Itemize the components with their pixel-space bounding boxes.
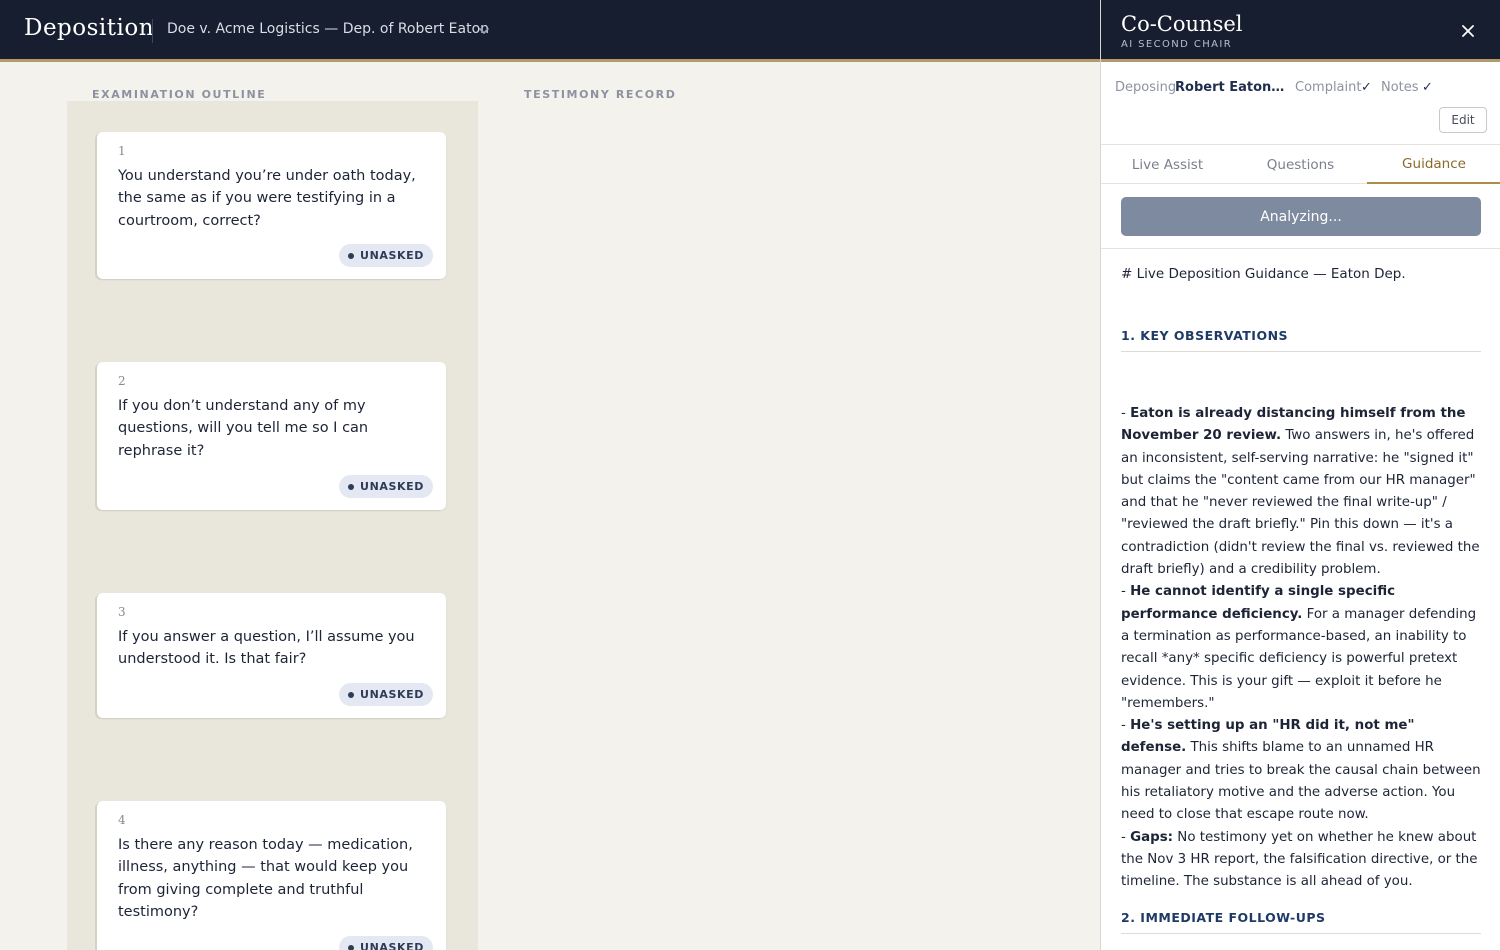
question-card[interactable]: 1 You understand you’re under oath today… — [97, 132, 446, 279]
co-counsel-panel: Co-Counsel AI SECOND CHAIR Deposing Robe… — [1100, 0, 1500, 950]
panel-subtitle: AI SECOND CHAIR — [1121, 39, 1233, 50]
context-row: Deposing Robert Eaton, Director of Opera… — [1115, 80, 1495, 98]
question-number: 3 — [118, 605, 126, 619]
panel-tabs: Live Assist Questions Guidance — [1101, 144, 1500, 184]
status-label: UNASKED — [360, 249, 424, 262]
edit-context-button[interactable]: Edit — [1439, 107, 1487, 133]
divider — [1101, 248, 1500, 249]
panel-title: Co-Counsel — [1121, 12, 1243, 36]
observation-text: No testimony yet on whether he knew abou… — [1121, 829, 1478, 890]
top-bar: Deposition Doe v. Acme Logistics — Dep. … — [0, 0, 1100, 62]
status-badge: UNASKED — [339, 683, 433, 706]
question-card[interactable]: 4 Is there any reason today — medication… — [97, 801, 446, 950]
notes-label: Notes — [1381, 80, 1419, 95]
tab-live-assist[interactable]: Live Assist — [1101, 145, 1234, 184]
observation-item: - Eaton is already distancing himself fr… — [1121, 406, 1480, 578]
status-dot-icon — [348, 252, 355, 259]
outline-heading: EXAMINATION OUTLINE — [92, 88, 267, 101]
complaint-label: Complaint — [1295, 80, 1362, 95]
guidance-heading: # Live Deposition Guidance — Eaton Dep. — [1121, 266, 1406, 282]
section-rule — [1121, 351, 1481, 352]
question-text: If you don’t understand any of my questi… — [118, 398, 369, 459]
tab-guidance[interactable]: Guidance — [1367, 145, 1500, 184]
panel-header: Co-Counsel AI SECOND CHAIR — [1101, 0, 1500, 62]
section-heading-observations: 1. KEY OBSERVATIONS — [1121, 328, 1289, 343]
header-divider — [152, 19, 153, 43]
status-dot-icon — [348, 944, 355, 950]
chevron-down-icon[interactable] — [476, 23, 492, 39]
section-rule — [1121, 933, 1481, 934]
app-brand: Deposition — [24, 15, 155, 41]
question-card[interactable]: 2 If you don’t understand any of my ques… — [97, 362, 446, 510]
testimony-heading: TESTIMONY RECORD — [524, 88, 677, 101]
status-label: UNASKED — [360, 480, 424, 493]
question-text: If you answer a question, I’ll assume yo… — [118, 629, 415, 668]
observation-item: - He cannot identify a single specific p… — [1121, 584, 1477, 711]
question-text: You understand you’re under oath today, … — [118, 168, 416, 229]
observation-item: - He's setting up an "HR did it, not me"… — [1121, 718, 1481, 823]
status-dot-icon — [348, 691, 355, 698]
status-label: UNASKED — [360, 941, 424, 950]
observation-item: - Gaps: No testimony yet on whether he k… — [1121, 829, 1478, 890]
status-badge: UNASKED — [339, 244, 433, 267]
observation-lead: Gaps: — [1130, 829, 1174, 845]
status-label: UNASKED — [360, 688, 424, 701]
status-badge: UNASKED — [339, 936, 433, 950]
guidance-body: - Eaton is already distancing himself fr… — [1121, 403, 1481, 894]
question-number: 1 — [118, 144, 126, 158]
tab-questions[interactable]: Questions — [1234, 145, 1367, 184]
question-number: 4 — [118, 813, 126, 827]
status-badge: UNASKED — [339, 475, 433, 498]
section-heading-follow-ups: 2. IMMEDIATE FOLLOW-UPS — [1121, 910, 1326, 925]
notes-check-icon: ✓ — [1422, 80, 1433, 95]
observation-text: Two answers in, he's offered an inconsis… — [1121, 428, 1480, 578]
observation-text: For a manager defending a termination as… — [1121, 606, 1477, 711]
case-selector[interactable]: Doe v. Acme Logistics — Dep. of Robert E… — [167, 21, 489, 37]
close-icon[interactable] — [1459, 22, 1477, 40]
question-number: 2 — [118, 374, 126, 388]
analyze-button[interactable]: Analyzing... — [1121, 197, 1481, 236]
deposing-label: Deposing — [1115, 80, 1177, 95]
complaint-check-icon: ✓ — [1361, 80, 1372, 95]
deponent-name: Robert Eaton, Director of Operations — [1175, 80, 1287, 95]
question-card[interactable]: 3 If you answer a question, I’ll assume … — [97, 593, 446, 718]
question-text: Is there any reason today — medication, … — [118, 837, 413, 921]
status-dot-icon — [348, 483, 355, 490]
